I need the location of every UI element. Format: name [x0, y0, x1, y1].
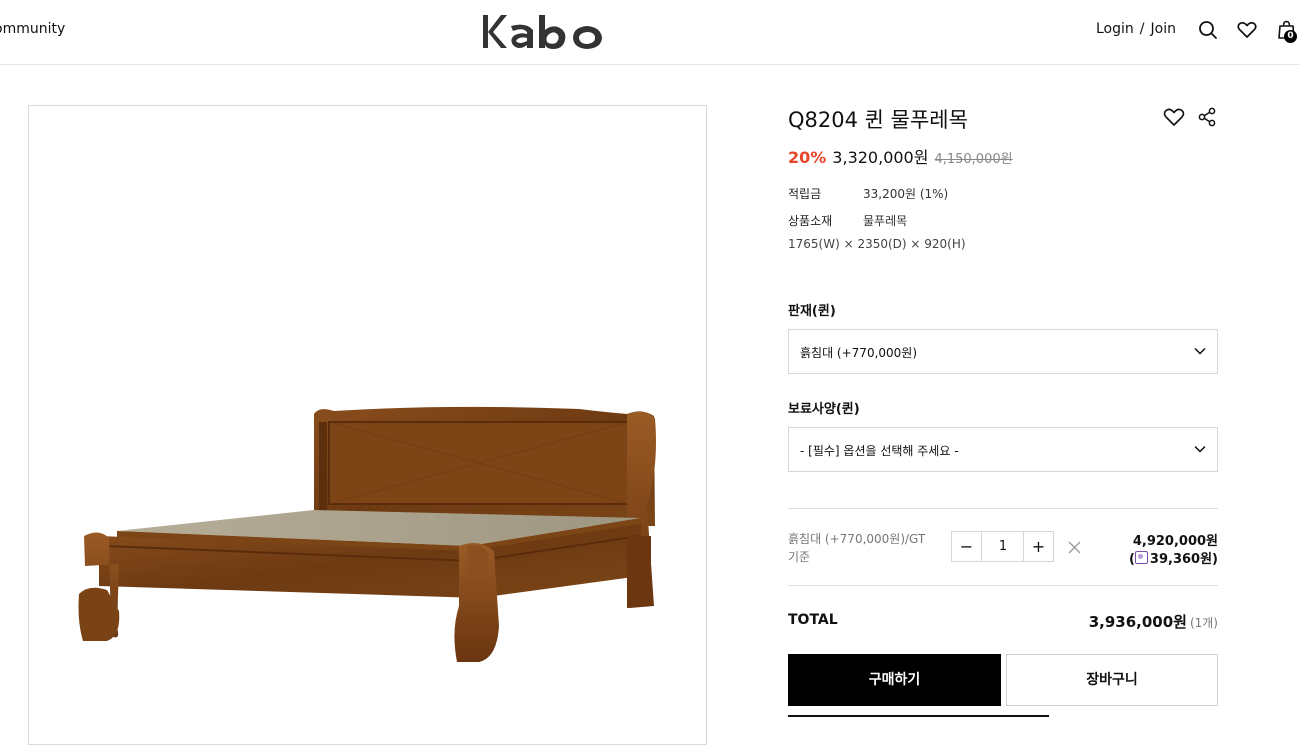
total-amount: 3,936,000원	[1088, 613, 1187, 631]
buy-now-button[interactable]: 구매하기	[788, 654, 1001, 706]
login-link[interactable]: Login	[1096, 21, 1134, 37]
product-image	[28, 105, 707, 745]
chevron-down-icon	[1194, 347, 1206, 355]
quantity-decrease-button[interactable]: −	[952, 532, 982, 561]
bed-illustration	[78, 406, 656, 662]
material-label: 상품소재	[788, 214, 833, 228]
dimensions: 1765(W) × 2350(D) × 920(H)	[788, 237, 966, 251]
cart-count-badge: 0	[1284, 30, 1297, 43]
add-to-cart-button[interactable]: 장바구니	[1006, 654, 1218, 706]
search-icon[interactable]	[1197, 19, 1219, 41]
points-value: 33,200원 (1%)	[863, 187, 949, 201]
option-select-panel-value: 흙침대 (+770,000원)	[800, 346, 918, 360]
total-label: TOTAL	[788, 612, 838, 628]
remove-item-close-icon[interactable]	[1067, 540, 1082, 555]
material-value: 물푸레목	[863, 214, 908, 228]
divider	[788, 585, 1218, 586]
option-label-panel: 판재(퀸)	[788, 304, 836, 319]
selected-item-price: 4,920,000원	[1132, 534, 1218, 549]
chevron-down-icon	[1194, 445, 1206, 453]
total-price: 3,936,000원 (1개)	[1089, 611, 1218, 632]
points-label: 적립금	[788, 187, 822, 201]
selected-item-name: 흙침대 (+770,000원)/GT기준	[788, 532, 926, 564]
original-price: 4,150,000원	[934, 152, 1013, 167]
wishlist-heart-icon[interactable]	[1162, 106, 1186, 128]
divider	[788, 508, 1218, 509]
share-icon[interactable]	[1196, 106, 1218, 128]
points-icon	[1134, 551, 1148, 564]
selected-item-points: (39,360원)	[1128, 551, 1218, 567]
sale-price: 3,320,000원	[832, 148, 929, 167]
login-join: Login / Join	[1096, 21, 1176, 37]
site-header: ommunity Login / Join 0	[0, 0, 1300, 65]
active-tab-indicator	[788, 715, 1049, 717]
option-select-bedding-value: - [필수] 옵션을 선택해 주세요 -	[800, 444, 959, 458]
join-link[interactable]: Join	[1151, 21, 1176, 37]
total-count: (1개)	[1189, 616, 1218, 630]
selected-item-points-value: 39,360원)	[1149, 552, 1218, 567]
option-select-bedding[interactable]: - [필수] 옵션을 선택해 주세요 -	[788, 427, 1218, 472]
login-join-separator: /	[1139, 21, 1145, 37]
discount-rate: 20%	[788, 148, 827, 167]
nav-community-link[interactable]: ommunity	[0, 21, 65, 37]
quantity-input[interactable]	[982, 532, 1024, 561]
heart-icon[interactable]	[1236, 19, 1258, 41]
kabo-logo[interactable]	[481, 12, 606, 52]
quantity-stepper: − +	[951, 531, 1054, 562]
price-row: 20% 3,320,000원 4,150,000원	[788, 144, 1013, 168]
option-select-panel[interactable]: 흙침대 (+770,000원)	[788, 329, 1218, 374]
quantity-increase-button[interactable]: +	[1023, 532, 1053, 561]
option-label-bedding: 보료사양(퀸)	[788, 402, 860, 417]
product-title: Q8204 퀸 물푸레목	[788, 108, 968, 132]
